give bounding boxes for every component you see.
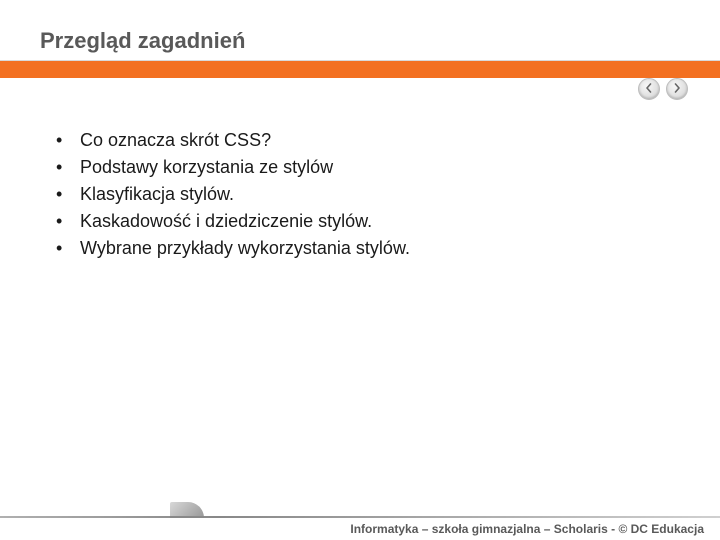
- footer-decoration: [0, 500, 720, 518]
- list-item-text: Klasyfikacja stylów.: [80, 184, 234, 205]
- bullet-list: • Co oznacza skrót CSS? • Podstawy korzy…: [56, 130, 680, 259]
- slide-title: Przegląd zagadnień: [40, 28, 245, 54]
- footer-text: Informatyka – szkoła gimnazjalna – Schol…: [350, 522, 704, 536]
- slide-header: Przegląd zagadnień: [0, 0, 720, 78]
- content-area: • Co oznacza skrót CSS? • Podstawy korzy…: [56, 130, 680, 265]
- list-item-text: Co oznacza skrót CSS?: [80, 130, 271, 151]
- bullet-icon: •: [56, 157, 80, 178]
- chevron-left-icon: [644, 80, 654, 98]
- bullet-icon: •: [56, 184, 80, 205]
- footer-line: [0, 516, 720, 518]
- slide: Przegląd zagadnień • Co oznacza skrót CS…: [0, 0, 720, 540]
- next-button[interactable]: [666, 78, 688, 100]
- bullet-icon: •: [56, 211, 80, 232]
- chevron-right-icon: [672, 80, 682, 98]
- bullet-icon: •: [56, 238, 80, 259]
- list-item: • Co oznacza skrót CSS?: [56, 130, 680, 151]
- list-item: • Kaskadowość i dziedziczenie stylów.: [56, 211, 680, 232]
- list-item-text: Kaskadowość i dziedziczenie stylów.: [80, 211, 372, 232]
- bullet-icon: •: [56, 130, 80, 151]
- list-item-text: Wybrane przykłady wykorzystania stylów.: [80, 238, 410, 259]
- list-item-text: Podstawy korzystania ze stylów: [80, 157, 333, 178]
- list-item: • Klasyfikacja stylów.: [56, 184, 680, 205]
- accent-bar: [0, 60, 720, 78]
- prev-button[interactable]: [638, 78, 660, 100]
- footer-swoosh-icon: [170, 502, 204, 518]
- list-item: • Podstawy korzystania ze stylów: [56, 157, 680, 178]
- list-item: • Wybrane przykłady wykorzystania stylów…: [56, 238, 680, 259]
